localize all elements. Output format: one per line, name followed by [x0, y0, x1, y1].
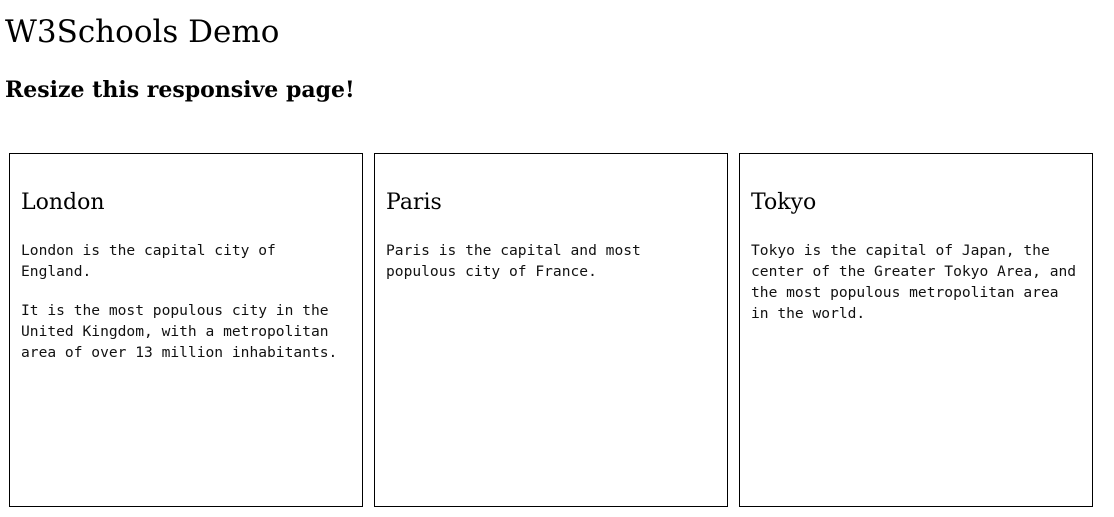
city-description-tokyo: Tokyo is the capital of Japan, the cente…	[751, 240, 1081, 342]
city-paragraph: It is the most populous city in the Unit…	[21, 302, 338, 361]
page-subtitle: Resize this responsive page!	[5, 77, 355, 103]
city-paragraph: Paris is the capital and most populous c…	[386, 242, 641, 280]
city-card-london: London London is the capital city of Eng…	[9, 153, 363, 507]
city-description-paris: Paris is the capital and most populous c…	[386, 240, 716, 300]
city-card-paris: Paris Paris is the capital and most popu…	[374, 153, 728, 507]
city-heading-london: London	[21, 190, 105, 215]
page-title: W3Schools Demo	[5, 14, 280, 50]
city-paragraph: Tokyo is the capital of Japan, the cente…	[751, 242, 1077, 322]
city-description-london: London is the capital city of England. I…	[21, 240, 351, 381]
city-heading-paris: Paris	[386, 190, 442, 215]
city-heading-tokyo: Tokyo	[751, 190, 817, 215]
city-paragraph: London is the capital city of England.	[21, 242, 276, 280]
city-card-tokyo: Tokyo Tokyo is the capital of Japan, the…	[739, 153, 1093, 507]
